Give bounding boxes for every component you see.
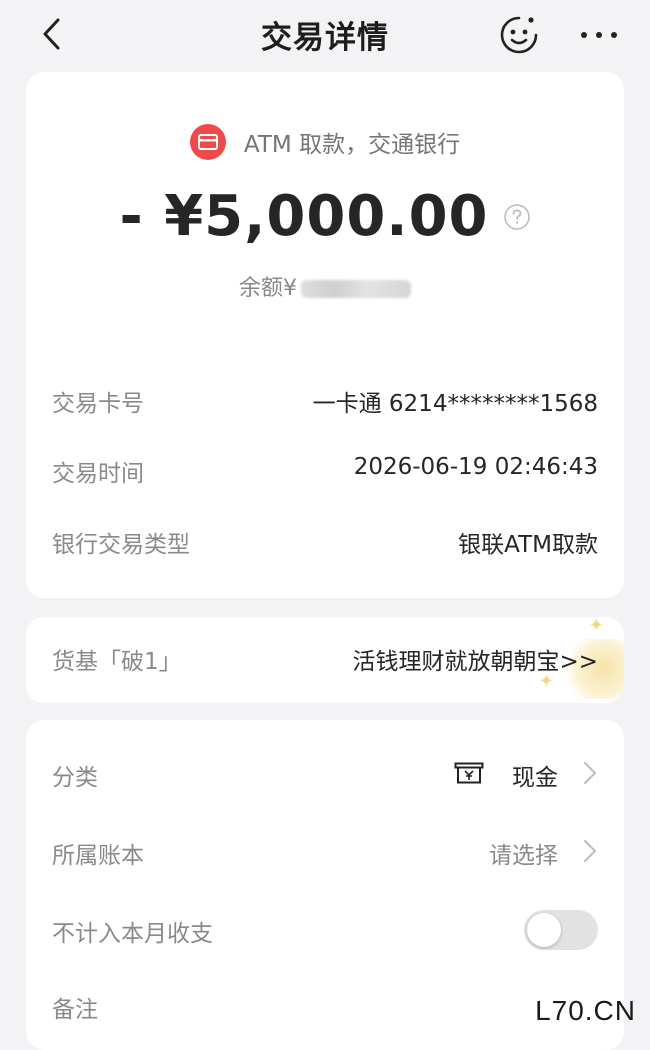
category-label: 分类 [52, 765, 98, 791]
page-title: 交易详情 [261, 20, 389, 56]
ledger-label: 所属账本 [52, 843, 144, 869]
category-value: 现金 [512, 765, 558, 791]
exclude-toggle[interactable] [524, 910, 598, 950]
question-circle-icon[interactable] [503, 180, 531, 245]
note-row[interactable]: 备注 [52, 986, 598, 1026]
balance-row: 余额¥ [26, 270, 624, 302]
amount-row: - ¥5,000.00 [26, 184, 624, 249]
more-dots-icon[interactable] [578, 20, 620, 50]
card-icon [189, 124, 226, 160]
top-bar: 交易详情 [0, 0, 650, 68]
chevron-right-icon [582, 838, 598, 870]
ledger-row[interactable]: 所属账本 请选择 [52, 832, 598, 872]
note-label: 备注 [52, 997, 98, 1023]
toggle-knob [527, 913, 561, 947]
balance-value-blurred [301, 280, 411, 298]
ledger-value: 请选择 [489, 843, 558, 869]
cash-yen-icon [454, 762, 484, 790]
transaction-time-row: 交易时间 2026-06-19 02:46:43 [52, 454, 598, 490]
transaction-amount: - ¥5,000.00 [119, 184, 489, 249]
transaction-type-value: 银联ATM取款 [458, 532, 598, 558]
category-row[interactable]: 分类 现金 [52, 754, 598, 794]
merchant-row: ATM 取款，交通银行 [26, 124, 624, 164]
transaction-type-label: 银行交易类型 [52, 532, 190, 558]
transaction-time-value: 2026-06-19 02:46:43 [353, 454, 598, 480]
promo-link[interactable]: 活钱理财就放朝朝宝>> [352, 642, 598, 676]
merchant-name: ATM 取款，交通银行 [243, 132, 461, 158]
exclude-label: 不计入本月收支 [52, 921, 213, 947]
transaction-card: ATM 取款，交通银行 - ¥5,000.00 余额¥ 交易卡号 一卡通 621… [26, 72, 624, 598]
promo-card[interactable]: ✦ ✦ 货基「破1」 活钱理财就放朝朝宝>> [26, 617, 624, 703]
balance-label: 余额 [238, 276, 283, 301]
card-number-row: 交易卡号 一卡通 6214********1568 [52, 384, 598, 420]
sparkle-icon: ✦ [588, 617, 604, 636]
transaction-type-row: 银行交易类型 银联ATM取款 [52, 525, 598, 561]
exclude-row: 不计入本月收支 [52, 910, 598, 950]
watermark: L70.CN [535, 995, 636, 1026]
transaction-time-label: 交易时间 [52, 461, 144, 487]
card-number-label: 交易卡号 [52, 391, 144, 417]
smile-face-icon[interactable] [498, 14, 540, 56]
card-number-value: 一卡通 6214********1568 [312, 391, 598, 417]
chevron-right-icon [582, 760, 598, 792]
balance-currency: ¥ [283, 276, 297, 301]
promo-label: 货基「破1」 [52, 649, 182, 675]
